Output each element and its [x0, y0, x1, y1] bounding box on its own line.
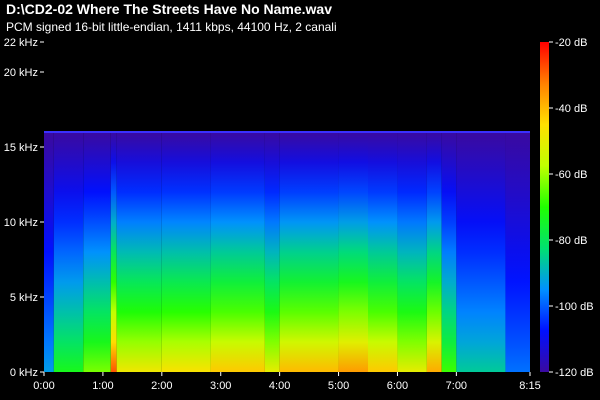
x-tick-label: 8:15 [519, 380, 540, 392]
colorbar-tick-label: -80 dB [555, 235, 587, 247]
colorbar: -20 dB -40 dB -60 dB -80 dB -100 dB -120 dB [540, 37, 594, 379]
colorbar-tick-label: -20 dB [555, 37, 587, 49]
y-tick-label: 0 kHz [10, 367, 38, 379]
y-tick-label: 15 kHz [4, 142, 38, 154]
x-tick-label: 1:00 [92, 380, 113, 392]
x-tick-label: 5:00 [328, 380, 349, 392]
spectrogram-segment [44, 132, 54, 372]
colorbar-gradient [540, 42, 549, 372]
spectrogram-segment [210, 132, 265, 372]
spectrogram-segment [83, 132, 111, 372]
x-tick-label: 4:00 [269, 380, 290, 392]
spectrogram-segment [505, 132, 530, 372]
spectrogram-segment [456, 132, 506, 372]
x-tick-label: 0:00 [33, 380, 54, 392]
spectrogram-segment [279, 132, 339, 372]
spectrogram-segment [338, 132, 368, 372]
x-tick-label: 6:00 [387, 380, 408, 392]
spectrogram-plot [44, 131, 530, 372]
y-tick-label: 20 kHz [4, 67, 38, 79]
colorbar-tick-label: -100 dB [555, 301, 594, 313]
spectrogram-segment [426, 132, 442, 372]
x-tick-label: 2:00 [151, 380, 172, 392]
colorbar-tick-label: -120 dB [555, 367, 594, 379]
spectrogram-segment [116, 132, 162, 372]
x-tick-label: 3:00 [210, 380, 231, 392]
y-tick-label: 22 kHz [4, 37, 38, 49]
colorbar-tick-label: -60 dB [555, 169, 587, 181]
time-axis: 0:00 1:00 2:00 3:00 4:00 5:00 6:00 7:00 8:15 [33, 372, 541, 392]
spectrogram-segment [397, 132, 427, 372]
spectrogram-segment [161, 132, 211, 372]
colorbar-tick-label: -40 dB [555, 103, 587, 115]
x-tick-label: 7:00 [446, 380, 467, 392]
spectrogram-chart: 0 kHz 5 kHz 10 kHz 15 kHz 20 kHz 22 kHz 0:00 1… [4, 37, 594, 392]
spectrogram-segment [53, 132, 84, 372]
spectrogram-segment [264, 132, 280, 372]
y-tick-label: 5 kHz [10, 292, 38, 304]
spectrogram-segment [110, 132, 117, 372]
y-tick-label: 10 kHz [4, 217, 38, 229]
frequency-axis: 0 kHz 5 kHz 10 kHz 15 kHz 20 kHz 22 kHz [4, 37, 44, 379]
spectrogram-segment [441, 132, 457, 372]
spectrogram-segment [368, 132, 398, 372]
